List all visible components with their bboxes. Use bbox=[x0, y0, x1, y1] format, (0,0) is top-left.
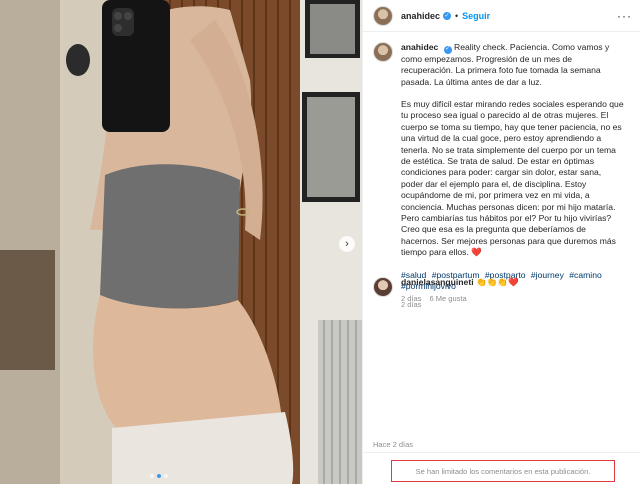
post-header: anahidec ✓ • Seguir ··· bbox=[363, 0, 640, 32]
comment-text: 👏👏👏❤️ bbox=[475, 277, 519, 287]
more-options-icon[interactable]: ··· bbox=[617, 9, 632, 23]
verified-badge-icon: ✓ bbox=[443, 11, 452, 20]
carousel-dot bbox=[164, 474, 168, 478]
comments-limited-notice: Se han limitado los comentarios en esta … bbox=[391, 460, 615, 482]
header-separator: • bbox=[455, 10, 459, 21]
chevron-right-icon[interactable]: › bbox=[339, 236, 355, 252]
post-side-panel: anahidec ✓ • Seguir ··· anahidec ✓ Reali… bbox=[362, 0, 640, 484]
comment-body: danielasanguineti 👏👏👏❤️ 2 días 6 Me gust… bbox=[401, 277, 519, 303]
caption-body: anahidec ✓ Reality check. Paciencia. Com… bbox=[401, 42, 625, 311]
caption-username[interactable]: anahidec bbox=[401, 42, 438, 52]
comment-username[interactable]: danielasanguineti bbox=[401, 277, 474, 287]
mirror-selfie-image bbox=[0, 0, 362, 484]
comment-item: danielasanguineti 👏👏👏❤️ 2 días 6 Me gust… bbox=[373, 277, 625, 303]
carousel-dot bbox=[150, 474, 154, 478]
comment-time: 2 días bbox=[401, 294, 422, 303]
comment-likes[interactable]: 6 Me gusta bbox=[430, 294, 467, 303]
post-time-ago: Hace 2 días bbox=[373, 440, 414, 449]
post-photo: › bbox=[0, 0, 362, 484]
carousel-dots bbox=[150, 474, 168, 478]
comment-avatar[interactable] bbox=[373, 277, 393, 297]
comment-meta: 2 días 6 Me gusta bbox=[401, 294, 519, 303]
avatar[interactable] bbox=[373, 5, 393, 26]
carousel-dot-active bbox=[157, 474, 161, 478]
caption: anahidec ✓ Reality check. Paciencia. Com… bbox=[373, 42, 625, 311]
follow-button[interactable]: Seguir bbox=[462, 11, 490, 21]
caption-avatar[interactable] bbox=[373, 42, 393, 62]
caption-text-2: Es muy difícil estar mirando redes socia… bbox=[401, 98, 624, 258]
verified-badge-icon: ✓ bbox=[443, 45, 452, 54]
post-username[interactable]: anahidec bbox=[401, 11, 440, 21]
